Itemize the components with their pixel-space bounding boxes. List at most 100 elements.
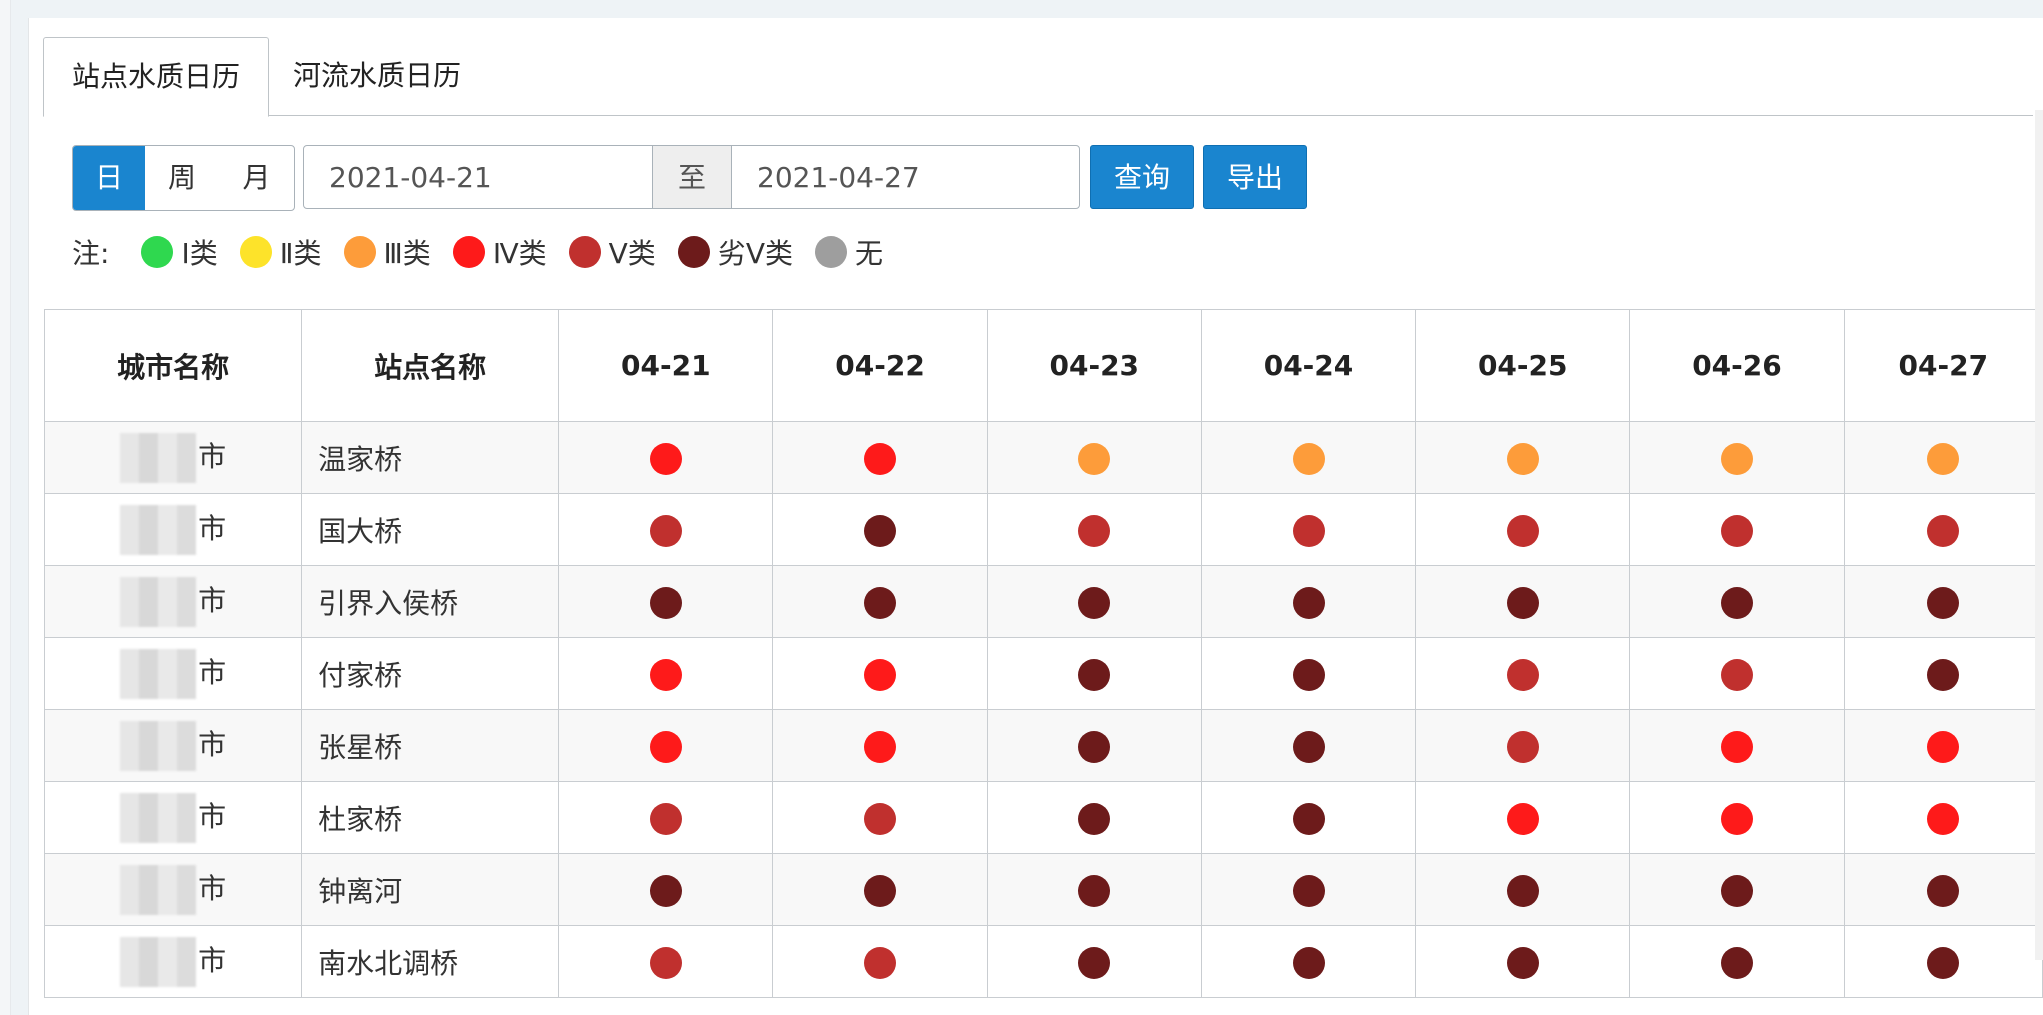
quality-cell[interactable] xyxy=(772,853,988,926)
quality-cell[interactable] xyxy=(986,637,1202,710)
quality-cell[interactable] xyxy=(1629,637,1845,710)
quality-cell[interactable] xyxy=(558,565,774,638)
query-button[interactable]: 查询 xyxy=(1090,145,1194,209)
quality-cell[interactable] xyxy=(558,781,774,854)
date-range-separator: 至 xyxy=(652,145,732,209)
quality-cell[interactable] xyxy=(1415,709,1631,782)
quality-cell[interactable] xyxy=(1843,781,2043,854)
quality-cell[interactable] xyxy=(558,925,774,998)
period-month-button[interactable]: 月 xyxy=(219,146,294,210)
quality-cell[interactable] xyxy=(1200,493,1417,566)
quality-cell[interactable] xyxy=(1200,925,1417,998)
quality-cell[interactable] xyxy=(1843,637,2043,710)
quality-cell[interactable] xyxy=(1629,565,1845,638)
quality-dot-icon xyxy=(1506,586,1539,619)
quality-cell[interactable] xyxy=(1629,421,1845,494)
quality-cell[interactable] xyxy=(772,421,988,494)
period-week-button[interactable]: 周 xyxy=(145,146,219,210)
city-name: 市 xyxy=(198,799,227,833)
quality-cell[interactable] xyxy=(1415,421,1631,494)
quality-cell[interactable] xyxy=(1629,853,1845,926)
quality-dot-icon xyxy=(649,802,682,835)
table-row: 市 南水北调桥 xyxy=(43,925,2043,998)
quality-cell[interactable] xyxy=(772,781,988,854)
city-name: 市 xyxy=(198,583,227,617)
quality-cell[interactable] xyxy=(1200,853,1417,926)
quality-dot-icon xyxy=(1292,802,1325,835)
quality-dot-icon xyxy=(864,730,897,763)
legend-item-class-1: Ⅰ类 xyxy=(141,232,218,272)
header-date: 04-25 xyxy=(1415,309,1631,422)
legend-label: Ⅲ类 xyxy=(383,237,431,270)
period-day-button[interactable]: 日 xyxy=(73,146,145,210)
quality-dot-icon xyxy=(1078,946,1111,979)
table-row: 市 付家桥 xyxy=(43,637,2043,710)
quality-cell[interactable] xyxy=(772,925,988,998)
quality-dot-icon xyxy=(1292,946,1325,979)
tab-station-calendar[interactable]: 站点水质日历 xyxy=(43,37,270,117)
station-name: 引界入侯桥 xyxy=(301,565,560,638)
quality-cell[interactable] xyxy=(986,709,1202,782)
table-row: 市 国大桥 xyxy=(43,493,2043,566)
quality-cell[interactable] xyxy=(1843,421,2043,494)
quality-cell[interactable] xyxy=(772,565,988,638)
quality-cell[interactable] xyxy=(1415,493,1631,566)
page-scrollbar[interactable] xyxy=(2035,110,2043,960)
left-sidebar-edge xyxy=(0,0,11,1015)
quality-cell[interactable] xyxy=(1629,925,1845,998)
quality-cell[interactable] xyxy=(1415,781,1631,854)
quality-cell[interactable] xyxy=(986,565,1202,638)
quality-cell[interactable] xyxy=(1415,925,1631,998)
end-date-input[interactable]: 2021-04-27 xyxy=(731,145,1080,209)
quality-cell[interactable] xyxy=(1200,565,1417,638)
legend-dot-icon xyxy=(677,236,710,268)
quality-cell[interactable] xyxy=(1629,493,1845,566)
redacted-mosaic xyxy=(120,576,197,627)
quality-cell[interactable] xyxy=(1200,421,1417,494)
quality-dot-icon xyxy=(1720,874,1753,907)
quality-cell[interactable] xyxy=(772,637,988,710)
legend-label: 劣Ⅴ类 xyxy=(717,237,793,270)
quality-cell[interactable] xyxy=(558,709,774,782)
quality-cell[interactable] xyxy=(1200,637,1417,710)
quality-cell[interactable] xyxy=(558,421,774,494)
quality-cell[interactable] xyxy=(558,637,774,710)
export-button[interactable]: 导出 xyxy=(1203,145,1307,209)
quality-cell[interactable] xyxy=(1843,493,2043,566)
quality-cell[interactable] xyxy=(986,853,1202,926)
tab-bar: 站点水质日历 河流水质日历 xyxy=(43,37,2033,117)
quality-cell[interactable] xyxy=(1415,637,1631,710)
quality-cell[interactable] xyxy=(558,853,774,926)
quality-dot-icon xyxy=(1292,874,1325,907)
tab-river-calendar[interactable]: 河流水质日历 xyxy=(265,37,489,114)
table-body: 市温家桥市国大桥市引界入侯桥市付家桥市张星桥市杜家桥市钟离河市南水北调桥 xyxy=(43,421,2043,998)
city-cell: 市 xyxy=(43,493,303,566)
quality-cell[interactable] xyxy=(1629,781,1845,854)
city-name: 市 xyxy=(198,655,227,689)
quality-cell[interactable] xyxy=(772,709,988,782)
quality-cell[interactable] xyxy=(1200,709,1417,782)
quality-cell[interactable] xyxy=(1843,709,2043,782)
water-quality-calendar-table: 城市名称 站点名称 04-21 04-22 04-23 04-24 04-25 … xyxy=(43,309,2043,998)
table-row: 市 张星桥 xyxy=(43,709,2043,782)
quality-cell[interactable] xyxy=(986,493,1202,566)
quality-cell[interactable] xyxy=(1843,853,2043,926)
quality-cell[interactable] xyxy=(986,925,1202,998)
quality-cell[interactable] xyxy=(1200,781,1417,854)
station-name: 钟离河 xyxy=(301,853,560,926)
redacted-mosaic xyxy=(120,936,197,987)
quality-cell[interactable] xyxy=(772,493,988,566)
quality-cell[interactable] xyxy=(1415,565,1631,638)
quality-cell[interactable] xyxy=(1843,925,2043,998)
quality-cell[interactable] xyxy=(558,493,774,566)
quality-cell[interactable] xyxy=(1415,853,1631,926)
start-date-input[interactable]: 2021-04-21 xyxy=(303,145,653,209)
quality-cell[interactable] xyxy=(1629,709,1845,782)
quality-cell[interactable] xyxy=(986,421,1202,494)
redacted-mosaic xyxy=(120,792,197,843)
quality-dot-icon xyxy=(1292,442,1325,475)
quality-cell[interactable] xyxy=(986,781,1202,854)
legend-label: Ⅳ类 xyxy=(492,237,547,270)
legend-item-class-3: Ⅲ类 xyxy=(343,232,431,272)
quality-cell[interactable] xyxy=(1843,565,2043,638)
